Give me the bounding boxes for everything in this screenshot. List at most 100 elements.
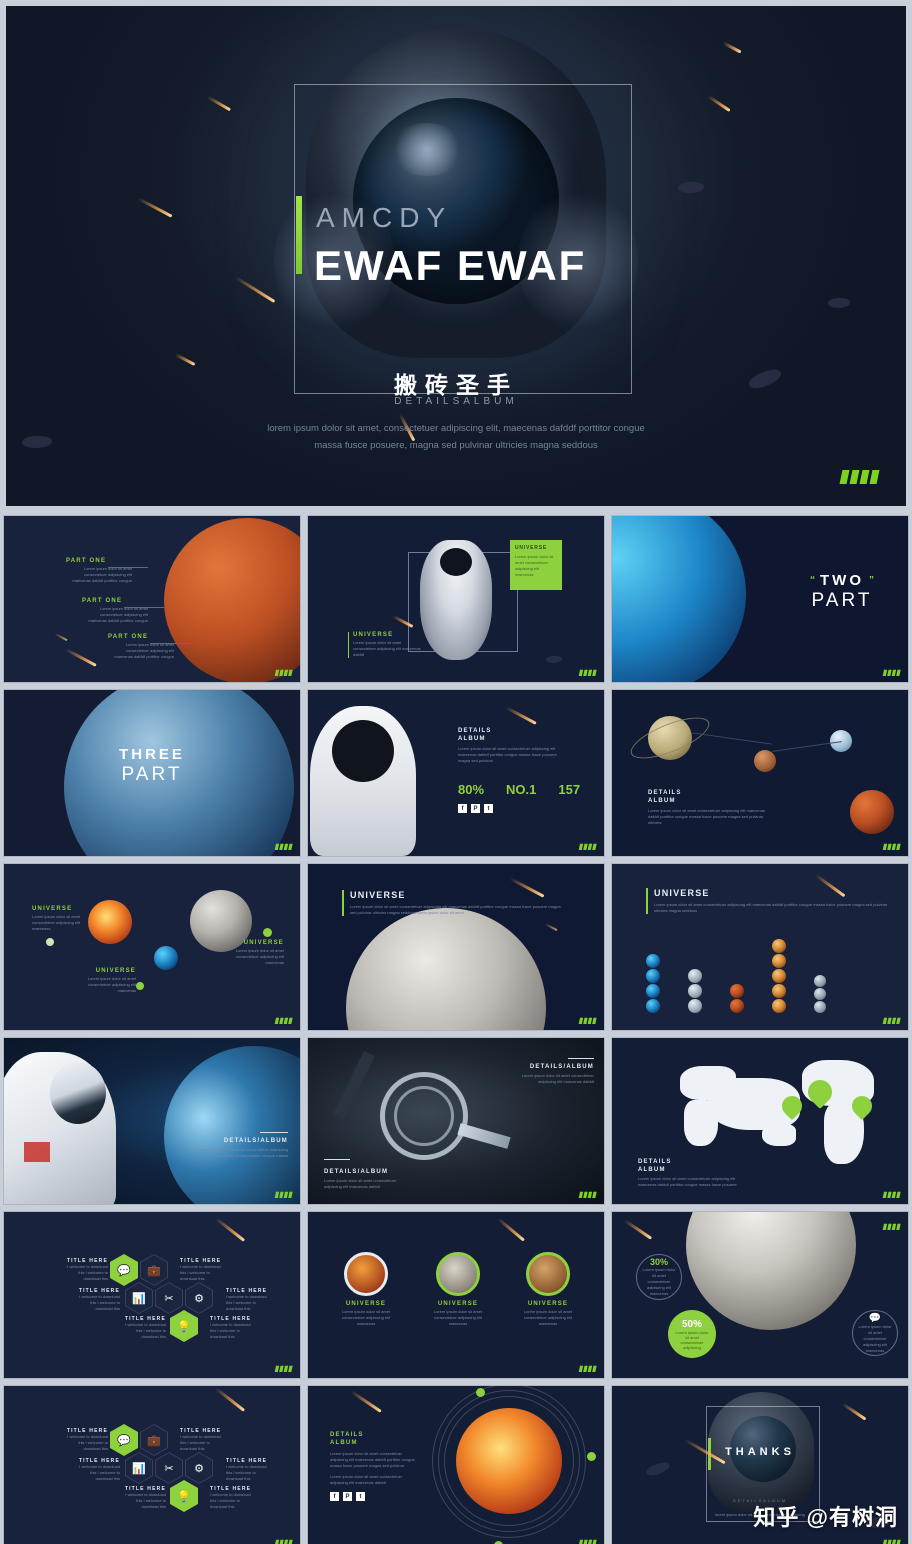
hex-body: I welcome to download this I welcome to … [226, 1294, 267, 1311]
slide-thumb-three-planets[interactable]: UNIVERSE Lorem ipsum dolor sit amet cons… [3, 863, 301, 1031]
asteroid-shape [22, 436, 52, 448]
comet-icon [206, 95, 232, 112]
pinterest-icon[interactable]: P [471, 804, 480, 813]
callout-label: UNIVERSE [243, 940, 284, 946]
callout-body: Lorem ipsum dolor sit amet consectetuer … [87, 976, 136, 993]
bubble-body: Lorem ipsum dolor sit amet consectetuer … [858, 1323, 892, 1353]
details-heading-line2: ALBUM [648, 798, 676, 804]
bar-chart-icon: 📊 [132, 1462, 146, 1475]
quote-open-icon: “ [810, 575, 815, 586]
slide-thumb-world-map[interactable]: DETAILS ALBUM Lorem ipsum dolor sit amet… [611, 1037, 909, 1205]
percent-donut [344, 1252, 388, 1296]
slide-deck-preview: AMCDY EWAF EWAF 搬砖圣手 DETAILSALBUM lorem … [0, 0, 912, 1544]
callout-body: Lorem ipsum dolor sit amet consectetuer … [88, 606, 148, 623]
hero-title: EWAF EWAF [314, 242, 587, 289]
section-title: PART [121, 764, 183, 785]
card-label: UNIVERSE [515, 545, 547, 551]
circle-body: Lorem ipsum dolor sit amet consectetuer … [433, 1309, 483, 1326]
details-heading-line1: DETAILS [458, 728, 492, 734]
slide-thumb-stats-astronaut[interactable]: DETAILS ALBUM Lorem ipsum dolor sit amet… [307, 689, 605, 857]
comet-icon [707, 94, 731, 113]
details-body: Lorem ipsum dolor sit amet consectetuer … [638, 1176, 737, 1187]
hex-body: I welcome to download this I welcome to … [210, 1322, 251, 1339]
callout-label: PART ONE [82, 598, 123, 604]
comet-icon [722, 41, 742, 54]
hex-body: I welcome to download this I welcome to … [180, 1434, 221, 1451]
slide-thumb-section-two[interactable]: “ TWO ” PART [611, 515, 909, 683]
circle-body: Lorem ipsum dolor sit amet consectetuer … [341, 1309, 391, 1326]
details-body-top: Lorem ipsum dolor sit amet consectetuer … [521, 1073, 594, 1084]
lightbulb-icon: 💡 [177, 1490, 191, 1503]
asteroid-shape [678, 182, 704, 193]
slide-thumb-universe-chart[interactable]: UNIVERSE Lorem ipsum dolor sit amet cons… [611, 863, 909, 1031]
details-body-bottom: Lorem ipsum dolor sit amet consectetuer … [324, 1178, 397, 1189]
info-bubble[interactable]: 50% Lorem ipsum dolor sit amet consectet… [668, 1310, 716, 1358]
briefcase-icon: 💼 [147, 1434, 161, 1447]
slide-thumb-hexagon-infographic-b[interactable]: 💬 💼 📊 ✂ ⚙ 💡 TITLE HERE I welcome to down… [3, 1385, 301, 1544]
universe-green-card: UNIVERSE Lorem ipsum dolor sit amet cons… [510, 540, 562, 590]
slide-thumb-astronaut-earth[interactable]: DETAILS/ALBUM Lorem ipsum dolor sit amet… [3, 1037, 301, 1205]
circle-label: UNIVERSE [345, 1301, 387, 1307]
section-kicker: TWO [820, 572, 864, 589]
slide-thumb-space-station[interactable]: DETAILS/ALBUM Lorem ipsum dolor sit amet… [307, 1037, 605, 1205]
slide-thumb-moon-universe[interactable]: UNIVERSE Lorem ipsum dolor sit amet cons… [307, 863, 605, 1031]
callout-body: Lorem ipsum dolor sit amet consectetuer … [235, 948, 284, 965]
gears-icon: ⚙ [194, 1462, 204, 1475]
slide-thumb-orbit-planet[interactable]: DETAILS ALBUM Lorem ipsum dolor sit amet… [307, 1385, 605, 1544]
footer-label: UNIVERSE [353, 632, 394, 638]
small-blue-planet-image [154, 946, 178, 970]
small-planet-image [754, 750, 776, 772]
bubble-body: Lorem ipsum dolor sit amet consectetuer … [642, 1267, 676, 1296]
details-heading-line2: ALBUM [458, 736, 486, 742]
hero-slide[interactable]: AMCDY EWAF EWAF 搬砖圣手 DETAILSALBUM lorem … [6, 6, 906, 506]
section-title: PART [811, 590, 873, 611]
details-body: Lorem ipsum dolor sit amet consectetuer … [648, 808, 765, 825]
percent-donut [436, 1252, 480, 1296]
details-heading-line2: ALBUM [638, 1167, 666, 1173]
slide-thumb-hexagon-infographic-a[interactable]: 💬 💼 📊 ✂ ⚙ 💡 TITLE HERE I welcome to down… [3, 1211, 301, 1379]
bubble-value: 50% [681, 1318, 702, 1330]
info-bubble[interactable]: 💬 Lorem ipsum dolor sit amet consectetue… [852, 1310, 898, 1356]
slide-thumb-astronaut-universe[interactable]: UNIVERSE Lorem ipsum dolor sit amet cons… [307, 515, 605, 683]
details-body: Lorem ipsum dolor sit amet consectetuer … [458, 746, 557, 763]
comet-icon [174, 353, 196, 366]
hero-chinese-title: 搬砖圣手 [394, 372, 518, 398]
hex-body: I welcome to download this I welcome to … [180, 1264, 221, 1281]
slide-thumb-mars-part-one[interactable]: PART ONE Lorem ipsum dolor sit amet cons… [3, 515, 301, 683]
slide-thumb-section-three[interactable]: THREE PART [3, 689, 301, 857]
percent-donut [526, 1252, 570, 1296]
comet-icon [234, 276, 276, 303]
info-bubble[interactable]: 30% Lorem ipsum dolor sit amet consectet… [636, 1254, 682, 1300]
hero-frame [294, 84, 632, 394]
hero-brand: AMCDY [316, 202, 453, 233]
circle-label: UNIVERSE [437, 1301, 479, 1307]
footer-body: Lorem ipsum dolor sit amet consectetuer … [353, 640, 421, 657]
quote-close-icon: ” [869, 575, 874, 586]
universe-body: Lorem ipsum dolor sit amet consectetuer … [350, 904, 561, 915]
asteroid-shape [828, 298, 850, 308]
twitter-icon[interactable]: t [356, 1492, 365, 1501]
facebook-icon[interactable]: f [330, 1492, 339, 1501]
hero-accent-bar [296, 196, 302, 274]
hex-body: I welcome to download this I welcome to … [79, 1294, 120, 1311]
details-heading-top: DETAILS/ALBUM [529, 1064, 594, 1070]
planet-bar-chart [646, 939, 826, 1016]
universe-body: Lorem ipsum dolor sit amet consectetuer … [654, 902, 888, 913]
slide-thumb-asteroid-bubbles[interactable]: 30% Lorem ipsum dolor sit amet consectet… [611, 1211, 909, 1379]
thanks-title: THANKS [725, 1446, 795, 1458]
twitter-icon[interactable]: t [484, 804, 493, 813]
details-body: Lorem ipsum dolor sit amet consectetuer … [196, 1147, 288, 1158]
fire-planet-image [88, 900, 132, 944]
slide-thumb-solar-system[interactable]: DETAILS ALBUM Lorem ipsum dolor sit amet… [611, 689, 909, 857]
bubble-value: 30% [649, 1257, 668, 1267]
pinterest-icon[interactable]: P [343, 1492, 352, 1501]
hex-body: I welcome to download this I welcome to … [125, 1322, 166, 1339]
tools-icon: ✂ [164, 1292, 174, 1305]
circle-label: UNIVERSE [527, 1301, 569, 1307]
slide-thumb-circle-percent[interactable]: UNIVERSE Lorem ipsum dolor sit amet cons… [307, 1211, 605, 1379]
bubble-body: Lorem ipsum dolor sit amet consectetuer … [675, 1329, 709, 1350]
tools-icon: ✂ [164, 1462, 174, 1475]
facebook-icon[interactable]: f [458, 804, 467, 813]
chat-icon: 💬 [117, 1434, 131, 1447]
section-kicker: THREE [119, 746, 185, 763]
